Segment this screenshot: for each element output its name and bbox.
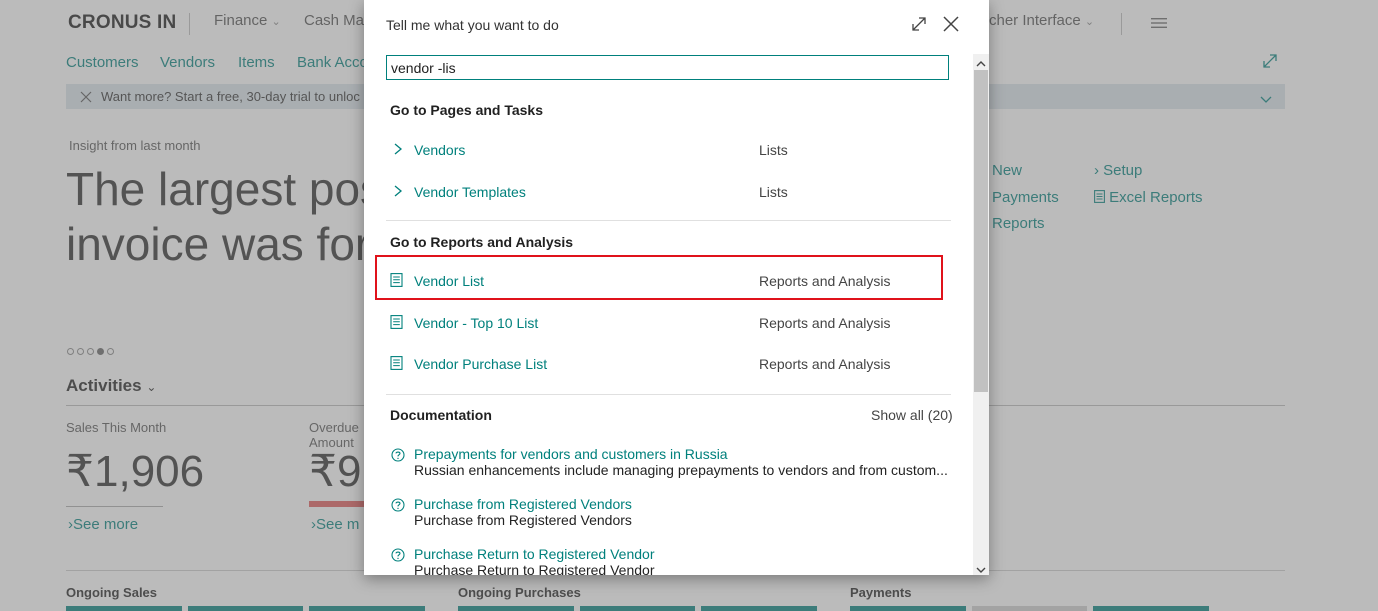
report-icon [390,356,403,370]
expand-icon[interactable] [909,14,931,36]
chevron-right-icon [394,143,403,155]
result-category: Lists [759,142,788,158]
doc-item[interactable]: Prepayments for vendors and customers in… [386,446,951,482]
doc-title: Purchase Return to Registered Vendor [414,546,655,562]
doc-description: Purchase from Registered Vendors [414,512,632,528]
close-icon[interactable] [941,14,963,36]
result-category: Reports and Analysis [759,315,891,331]
scrollbar-thumb[interactable] [974,70,988,392]
doc-title: Prepayments for vendors and customers in… [414,446,728,462]
result-label: Vendor Templates [414,184,526,200]
help-icon [391,448,405,462]
report-icon [390,315,403,329]
result-category: Lists [759,184,788,200]
result-row[interactable]: Vendors Lists [386,134,951,168]
annotation-highlight-box [375,255,943,300]
result-category: Reports and Analysis [759,356,891,372]
doc-description: Purchase Return to Registered Vendor [414,562,655,575]
result-label: Vendors [414,142,466,158]
chevron-right-icon [394,185,403,197]
dialog-title: Tell me what you want to do [386,17,559,33]
show-all-link[interactable]: Show all (20) [871,407,953,423]
section-heading-docs: Documentation [390,407,492,423]
search-input[interactable] [386,55,949,80]
doc-description: Russian enhancements include managing pr… [414,462,948,478]
doc-item[interactable]: Purchase Return to Registered Vendor Pur… [386,546,951,575]
doc-item[interactable]: Purchase from Registered Vendors Purchas… [386,496,951,532]
result-row[interactable]: Vendor Templates Lists [386,176,951,210]
help-icon [391,498,405,512]
section-heading-pages: Go to Pages and Tasks [390,102,544,118]
scroll-down-icon[interactable] [975,562,987,575]
result-label: Vendor - Top 10 List [414,315,539,331]
section-divider [386,220,951,221]
help-icon [391,548,405,562]
section-heading-reports: Go to Reports and Analysis [390,234,574,250]
section-divider [386,394,951,395]
result-row[interactable]: Vendor Purchase List Reports and Analysi… [386,348,951,382]
result-row[interactable]: Vendor - Top 10 List Reports and Analysi… [386,307,951,341]
doc-title: Purchase from Registered Vendors [414,496,632,512]
result-label: Vendor Purchase List [414,356,548,372]
